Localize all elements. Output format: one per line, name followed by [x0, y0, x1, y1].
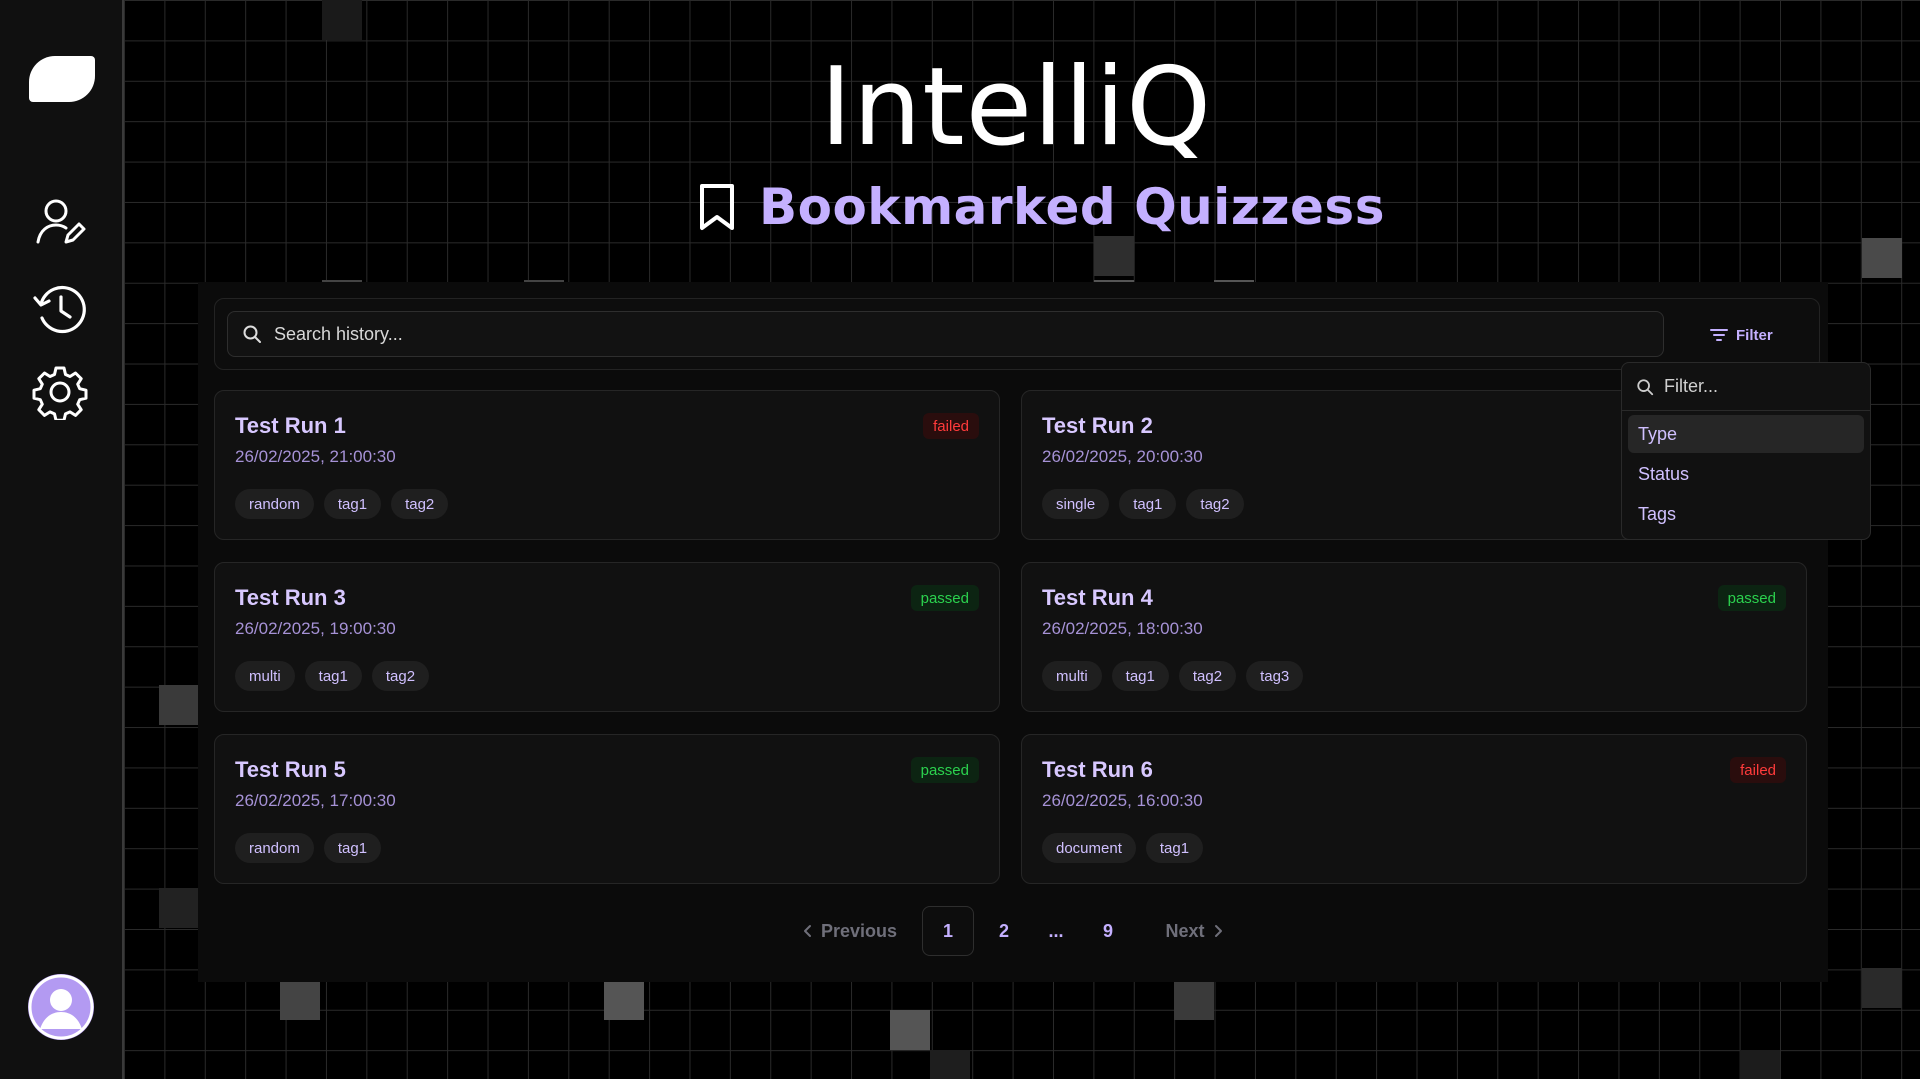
tag[interactable]: tag1: [323, 489, 382, 519]
card-date: 26/02/2025, 18:00:30: [1042, 619, 1203, 638]
grid-cell: [1094, 236, 1134, 276]
filter-search-wrapper[interactable]: [1622, 363, 1870, 411]
card-date: 26/02/2025, 16:00:30: [1042, 791, 1203, 810]
tag[interactable]: single: [1042, 489, 1110, 519]
page-header: Bookmarked Quizzess: [695, 172, 1385, 242]
chevron-left-icon: [803, 925, 811, 937]
grid-cell: [1740, 1050, 1780, 1079]
tag[interactable]: multi: [235, 661, 295, 691]
tag[interactable]: tag1: [1145, 833, 1204, 863]
grid-cell: [322, 0, 362, 40]
brand-name: IntelliQ: [820, 45, 1213, 170]
tag[interactable]: tag1: [1119, 489, 1177, 519]
page-button-2[interactable]: 2: [974, 921, 1034, 942]
next-page-button[interactable]: Next: [1154, 921, 1234, 942]
grid-cell: [1174, 980, 1214, 1020]
tag[interactable]: tag3: [1246, 661, 1304, 691]
tag[interactable]: tag2: [371, 661, 430, 691]
tag-list: random tag1: [235, 833, 382, 863]
tag-list: document tag1: [1042, 833, 1204, 863]
card-date: 26/02/2025, 19:00:30: [235, 619, 396, 638]
grid-cell: [1862, 968, 1902, 1008]
filter-option-tags[interactable]: Tags: [1628, 495, 1864, 533]
chevron-right-icon: [1214, 925, 1222, 937]
grid-cell: [280, 980, 320, 1020]
grid-cell: [159, 888, 199, 928]
filter-icon: [1710, 329, 1728, 341]
previous-label: Previous: [820, 920, 898, 941]
pagination: Previous 1 2 ... 9 Next: [800, 906, 1234, 956]
tag[interactable]: document: [1042, 833, 1136, 863]
grid-cell: [930, 1050, 970, 1079]
test-run-card[interactable]: Test Run 6 26/02/2025, 16:00:30 failed d…: [1021, 734, 1807, 884]
filter-option-type[interactable]: Type: [1628, 415, 1864, 453]
status-badge: passed: [1717, 585, 1786, 611]
tag[interactable]: multi: [1042, 661, 1102, 691]
card-title: Test Run 5: [235, 757, 346, 782]
filter-search-input[interactable]: [1664, 376, 1844, 397]
card-date: 26/02/2025, 17:00:30: [235, 791, 396, 810]
card-date: 26/02/2025, 20:00:30: [1042, 447, 1203, 466]
tag[interactable]: tag1: [323, 833, 382, 863]
filter-dropdown: Type Status Tags: [1621, 362, 1871, 540]
status-badge: failed: [1730, 757, 1786, 783]
tag-list: single tag1 tag2: [1042, 489, 1244, 519]
card-title: Test Run 6: [1042, 757, 1153, 782]
card-title: Test Run 1: [235, 413, 346, 438]
test-run-card[interactable]: Test Run 5 26/02/2025, 17:00:30 passed r…: [214, 734, 1000, 884]
previous-page-button[interactable]: Previous: [800, 921, 900, 942]
tag[interactable]: random: [235, 833, 314, 863]
test-run-card[interactable]: Test Run 3 26/02/2025, 19:00:30 passed m…: [214, 562, 1000, 712]
grid-cell: [1862, 238, 1902, 278]
grid-cell: [890, 1010, 930, 1050]
pagination-ellipsis: ...: [1048, 920, 1064, 941]
sidebar: [0, 0, 124, 1079]
sidebar-item-profile[interactable]: [32, 194, 88, 250]
next-label: Next: [1165, 920, 1205, 941]
search-input-wrapper[interactable]: [227, 311, 1664, 357]
tag-list: multi tag1 tag2 tag3: [1042, 661, 1304, 691]
avatar[interactable]: [28, 974, 94, 1040]
user-avatar-icon: [28, 974, 94, 1040]
page-button-9[interactable]: 9: [1078, 921, 1138, 942]
test-run-card[interactable]: Test Run 1 26/02/2025, 21:00:30 failed r…: [214, 390, 1000, 540]
user-edit-icon: [36, 199, 86, 244]
tag[interactable]: tag2: [1178, 661, 1237, 691]
tag[interactable]: random: [235, 489, 314, 519]
grid-cell: [159, 685, 199, 725]
sidebar-item-history[interactable]: [32, 282, 88, 338]
app-logo[interactable]: [29, 56, 95, 102]
search-icon: [1637, 378, 1654, 395]
page-button-1[interactable]: 1: [922, 906, 974, 956]
filter-button[interactable]: Filter: [1710, 319, 1773, 351]
tag[interactable]: tag1: [304, 661, 362, 691]
filter-button-label: Filter: [1736, 326, 1773, 344]
card-title: Test Run 2: [1042, 413, 1153, 438]
filter-option-status[interactable]: Status: [1628, 455, 1864, 493]
tag-list: random tag1 tag2: [235, 489, 449, 519]
history-icon: [33, 285, 86, 334]
gear-icon: [32, 366, 88, 422]
status-badge: passed: [910, 585, 979, 611]
bookmark-icon: [700, 184, 734, 230]
brand-logo: IntelliQ: [820, 48, 1220, 178]
grid-cell: [604, 980, 644, 1020]
status-badge: failed: [923, 413, 979, 439]
page-title: Bookmarked Quizzess: [759, 178, 1385, 236]
test-run-card[interactable]: Test Run 4 26/02/2025, 18:00:30 passed m…: [1021, 562, 1807, 712]
card-title: Test Run 3: [235, 585, 346, 610]
search-bar: Filter: [214, 298, 1820, 370]
sidebar-item-settings[interactable]: [32, 364, 88, 422]
status-badge: passed: [910, 757, 979, 783]
tag[interactable]: tag2: [391, 489, 449, 519]
search-icon: [243, 325, 261, 343]
tag[interactable]: tag1: [1111, 661, 1169, 691]
search-input[interactable]: [274, 323, 1574, 345]
card-title: Test Run 4: [1042, 585, 1153, 610]
card-date: 26/02/2025, 21:00:30: [235, 447, 396, 466]
tag-list: multi tag1 tag2: [235, 661, 430, 691]
tag[interactable]: tag2: [1186, 489, 1244, 519]
